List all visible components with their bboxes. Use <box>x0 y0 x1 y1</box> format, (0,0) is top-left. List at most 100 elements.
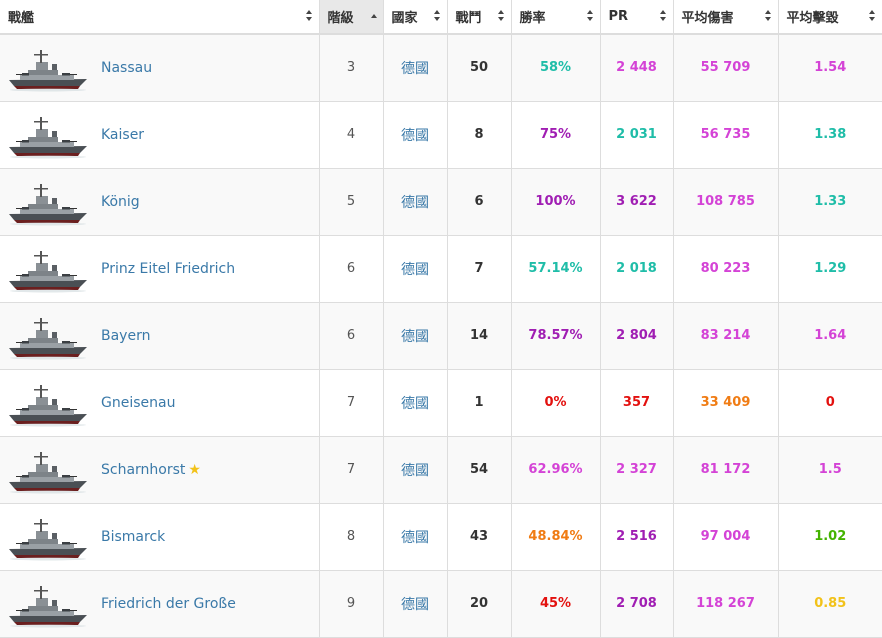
ship-image <box>8 580 88 628</box>
ship-name-link[interactable]: Scharnhorst <box>101 462 185 478</box>
ship-name-link[interactable]: Friedrich der Große <box>101 596 236 612</box>
pr-cell: 2 448 <box>600 34 674 101</box>
table-row: Nassau 3 德國 50 58% 2 448 55 709 1.54 <box>0 34 882 101</box>
column-header-battles[interactable]: 戰鬥 <box>447 0 512 35</box>
column-header-label: 戰鬥 <box>455 11 482 26</box>
column-header-winrate[interactable]: 勝率 <box>511 0 601 35</box>
battles-cell: 1 <box>447 369 512 436</box>
table-row: König 5 德國 6 100% 3 622 108 785 1.33 <box>0 168 882 235</box>
nation-link[interactable]: 德國 <box>383 302 448 369</box>
nation-link[interactable]: 德國 <box>383 101 448 168</box>
ship-cell: Bayern <box>0 302 320 369</box>
tier-cell: 3 <box>319 34 384 101</box>
avg-kills-cell: 1.33 <box>814 194 847 209</box>
battles-cell: 6 <box>447 168 512 235</box>
tier-cell: 9 <box>319 570 384 637</box>
column-header-tier[interactable]: 階級 <box>319 0 384 35</box>
column-header-ship[interactable]: 戰艦 <box>0 0 320 35</box>
ship-name-link[interactable]: Nassau <box>101 60 152 76</box>
battles-cell: 20 <box>447 570 512 637</box>
pr-cell: 3 622 <box>600 168 674 235</box>
sort-icon <box>764 10 772 23</box>
battles-cell: 50 <box>447 34 512 101</box>
avg-damage-cell: 56 735 <box>673 101 779 168</box>
winrate-cell: 57.14% <box>511 235 601 302</box>
ship-cell: Friedrich der Große <box>0 570 320 637</box>
nation-link[interactable]: 德國 <box>383 34 448 101</box>
avg-damage-cell: 97 004 <box>673 503 779 570</box>
nation-link[interactable]: 德國 <box>383 168 448 235</box>
ship-image <box>8 245 88 293</box>
avg-damage-cell: 33 409 <box>673 369 779 436</box>
table-row: Bismarck 8 德國 43 48.84% 2 516 97 004 1.02 <box>0 503 882 570</box>
ship-name-link[interactable]: Prinz Eitel Friedrich <box>101 261 235 277</box>
nation-link[interactable]: 德國 <box>383 436 448 503</box>
column-header-label: PR <box>608 9 629 24</box>
column-header-avg_damage[interactable]: 平均傷害 <box>673 0 779 35</box>
star-icon: ★ <box>188 461 201 478</box>
avg-kills-cell: 1.54 <box>814 60 847 76</box>
column-header-label: 國家 <box>391 11 418 26</box>
header-row: 戰艦 階級 國家 戰鬥 勝率 PR 平均傷害 平均擊毀 <box>0 0 882 35</box>
table-row: Bayern 6 德國 14 78.57% 2 804 83 214 1.64 <box>0 302 882 369</box>
column-header-nation[interactable]: 國家 <box>383 0 448 35</box>
column-header-label: 勝率 <box>519 11 546 26</box>
avg-kills-cell: 0 <box>825 395 835 410</box>
avg-damage-cell: 108 785 <box>673 168 779 235</box>
sort-icon <box>659 10 667 23</box>
ship-name-link[interactable]: Bismarck <box>101 529 165 545</box>
sort-icon <box>586 10 594 23</box>
sort-icon <box>433 10 441 23</box>
winrate-cell: 75% <box>511 101 601 168</box>
column-header-pr[interactable]: PR <box>600 0 674 35</box>
ship-cell: Scharnhorst ★ <box>0 436 320 503</box>
pr-cell: 2 031 <box>600 101 674 168</box>
ship-name-link[interactable]: Gneisenau <box>101 395 175 411</box>
sort-icon <box>869 10 876 23</box>
column-header-avg_kills[interactable]: 平均擊毀 <box>778 0 882 35</box>
battles-cell: 7 <box>447 235 512 302</box>
ship-name-link[interactable]: Kaiser <box>101 127 144 143</box>
pr-cell: 2 516 <box>600 503 674 570</box>
nation-link[interactable]: 德國 <box>383 369 448 436</box>
ship-cell: Gneisenau <box>0 369 320 436</box>
pr-cell: 2 018 <box>600 235 674 302</box>
ship-cell: Prinz Eitel Friedrich <box>0 235 320 302</box>
battles-cell: 43 <box>447 503 512 570</box>
ship-image <box>8 178 88 226</box>
avg-damage-cell: 118 267 <box>673 570 779 637</box>
avg-kills-cell: 1.5 <box>818 462 842 477</box>
winrate-cell: 62.96% <box>511 436 601 503</box>
sort-icon <box>497 10 505 23</box>
column-header-label: 平均傷害 <box>681 11 734 26</box>
ship-name-link[interactable]: Bayern <box>101 328 150 344</box>
column-header-label: 階級 <box>327 11 354 26</box>
battles-cell: 14 <box>447 302 512 369</box>
nation-link[interactable]: 德國 <box>383 503 448 570</box>
avg-kills-cell: 1.64 <box>814 328 847 343</box>
ship-name-link[interactable]: König <box>101 194 140 210</box>
nation-link[interactable]: 德國 <box>383 235 448 302</box>
table-row: Friedrich der Große 9 德國 20 45% 2 708 118 267 0… <box>0 570 882 637</box>
pr-cell: 2 708 <box>600 570 674 637</box>
winrate-cell: 78.57% <box>511 302 601 369</box>
ship-image <box>8 44 88 92</box>
ship-cell: König <box>0 168 320 235</box>
battles-cell: 8 <box>447 101 512 168</box>
ship-image <box>8 446 88 494</box>
ship-image <box>8 513 88 561</box>
table-row: Prinz Eitel Friedrich 6 德國 7 57.14% 2 018 80 2… <box>0 235 882 302</box>
avg-kills-cell: 1.38 <box>814 127 847 142</box>
pr-cell: 357 <box>600 369 674 436</box>
table-row: Scharnhorst ★ 7 德國 54 62.96% 2 327 81 172 1.5 <box>0 436 882 503</box>
tier-cell: 6 <box>319 235 384 302</box>
winrate-cell: 58% <box>511 34 601 101</box>
tier-cell: 6 <box>319 302 384 369</box>
winrate-cell: 100% <box>511 168 601 235</box>
tier-cell: 8 <box>319 503 384 570</box>
tier-cell: 5 <box>319 168 384 235</box>
winrate-cell: 48.84% <box>511 503 601 570</box>
nation-link[interactable]: 德國 <box>383 570 448 637</box>
pr-cell: 2 327 <box>600 436 674 503</box>
ship-image <box>8 111 88 159</box>
